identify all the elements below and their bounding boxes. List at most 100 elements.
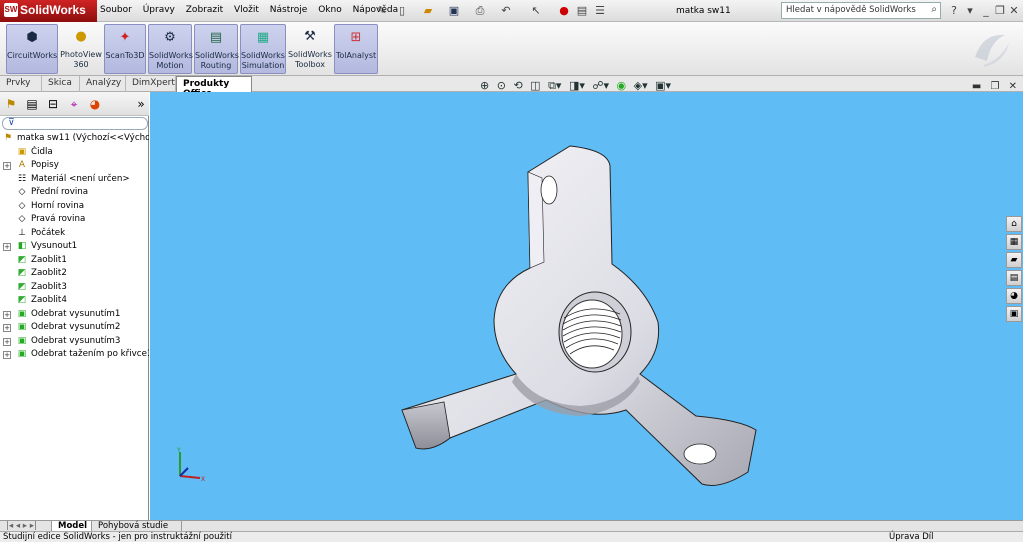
- toolbox-button[interactable]: ⚒ SolidWorks Toolbox: [288, 24, 332, 74]
- zoom-to-area-icon[interactable]: ⊙: [497, 79, 506, 92]
- section-view-icon[interactable]: ◫: [530, 79, 540, 92]
- tree-item-odebrat-tazenim[interactable]: + ▣ Odebrat tažením po křivce1: [0, 348, 149, 362]
- configurationmanager-tab-icon[interactable]: ⊟: [44, 96, 62, 113]
- tree-item-zaoblit1[interactable]: ◩ Zaoblit1: [0, 254, 149, 268]
- tab-skica[interactable]: Skica: [42, 76, 80, 92]
- status-text: Studijní edice SolidWorks - jen pro inst…: [3, 532, 232, 542]
- pin-icon[interactable]: ✎: [374, 3, 390, 19]
- undo-icon[interactable]: ↶: [498, 3, 514, 19]
- motion-button[interactable]: ⚙ SolidWorks Motion: [148, 24, 193, 74]
- previous-view-icon[interactable]: ⟲: [513, 79, 522, 92]
- graphics-viewport[interactable]: ⌂ ▦ ▰ ▤ ◕ ▣: [150, 92, 1023, 520]
- feature-tree: ⚑matka sw11 (Výchozí<<Výchozí> ▣Čidla + A…: [0, 132, 149, 362]
- tree-item-zaoblit3[interactable]: ◩ Zaoblit3: [0, 281, 149, 295]
- menu-soubor[interactable]: Soubor: [100, 5, 132, 15]
- expand-icon[interactable]: +: [3, 243, 11, 251]
- solidworks-logo[interactable]: SW SolidWorks: [0, 0, 97, 22]
- expand-icon[interactable]: +: [3, 351, 11, 359]
- rebuild-icon[interactable]: ●: [556, 3, 572, 19]
- tab-analyzy[interactable]: Analýzy: [80, 76, 126, 92]
- simulation-button[interactable]: ▦ SolidWorks Simulation: [240, 24, 286, 74]
- menu-bar: Soubor Úpravy Zobrazit Vložit Nástroje O…: [100, 5, 406, 15]
- tree-item-zaoblit4[interactable]: ◩ Zaoblit4: [0, 294, 149, 308]
- tab-dimxpert[interactable]: DimXpert: [126, 76, 176, 92]
- appearances-icon[interactable]: ◕: [1006, 288, 1022, 304]
- hide-show-items-icon[interactable]: ☍▾: [592, 79, 609, 92]
- close-icon[interactable]: ✕: [1006, 3, 1022, 19]
- simulation-icon: ▦: [256, 30, 270, 45]
- tree-root[interactable]: ⚑matka sw11 (Výchozí<<Výchozí>: [0, 132, 149, 146]
- tree-item-material[interactable]: ☷ Materiál <není určen>: [0, 173, 149, 187]
- solidworks-resources-icon[interactable]: ⌂: [1006, 216, 1022, 232]
- ds-logo-icon: [975, 34, 1009, 67]
- tree-item-popisy[interactable]: + A Popisy: [0, 159, 149, 173]
- routing-icon: ▤: [209, 30, 223, 45]
- expand-icon[interactable]: +: [3, 337, 11, 346]
- doc-minimize-icon[interactable]: ▬: [972, 81, 981, 92]
- open-folder-icon[interactable]: ▰: [420, 3, 436, 19]
- expand-icon[interactable]: +: [3, 310, 11, 319]
- view-orientation-icon[interactable]: ⧉▾: [548, 79, 561, 92]
- motion-icon: ⚙: [164, 30, 176, 45]
- feature-manager-panel: ⚑ ▤ ⊟ ⌖ ◕ » ⊽ ⚑ matka sw11 (Výchozí<<Vých…: [0, 92, 149, 520]
- doc-restore-icon[interactable]: ❐: [990, 81, 999, 92]
- print-icon[interactable]: ⎙: [472, 3, 488, 19]
- menu-upravy[interactable]: Úpravy: [143, 5, 175, 15]
- tree-item-odebrat-vysunutim2[interactable]: + ▣ Odebrat vysunutím2: [0, 321, 149, 335]
- menu-okno[interactable]: Okno: [318, 5, 342, 15]
- circuitworks-button[interactable]: ⬢ CircuitWorks: [6, 24, 58, 74]
- panel-tabs: ⚑ ▤ ⊟ ⌖ ◕ »: [0, 92, 149, 116]
- tree-item-vysunout1[interactable]: + ◧ Vysunout1: [0, 240, 149, 254]
- zoom-to-fit-icon[interactable]: ⊕: [480, 79, 489, 92]
- menu-zobrazit[interactable]: Zobrazit: [186, 5, 223, 15]
- part-model: [401, 145, 757, 486]
- propertymanager-tab-icon[interactable]: ▤: [23, 96, 41, 113]
- tab-produkty-office[interactable]: Produkty Office: [176, 76, 252, 99]
- tree-item-cidla[interactable]: ▣ Čidla: [0, 146, 149, 160]
- tab-prvky[interactable]: Prvky: [0, 76, 42, 92]
- view-settings-icon[interactable]: ▣▾: [655, 79, 671, 92]
- file-properties-icon[interactable]: ▤: [574, 3, 590, 19]
- expand-icon[interactable]: +: [3, 324, 11, 332]
- tree-item-predni-rovina[interactable]: ◇ Přední rovina: [0, 186, 149, 200]
- help-search-input[interactable]: Hledat v nápovědě SolidWorks ⌕: [781, 2, 941, 19]
- design-library-icon[interactable]: ▦: [1006, 234, 1022, 250]
- edit-appearance-icon[interactable]: ◉: [617, 79, 627, 92]
- tree-item-zaoblit2[interactable]: ◩ Zaoblit2: [0, 267, 149, 281]
- new-document-icon[interactable]: ▯: [394, 3, 410, 19]
- featuremanager-tab-icon[interactable]: ⚑: [2, 96, 20, 113]
- tree-item-odebrat-vysunutim1[interactable]: + ▣ Odebrat vysunutím1: [0, 308, 149, 322]
- menu-nastroje[interactable]: Nástroje: [270, 5, 308, 15]
- help-dropdown-icon[interactable]: ▾: [962, 3, 978, 19]
- scanto3d-button[interactable]: ✦ ScanTo3D: [104, 24, 146, 74]
- routing-button[interactable]: ▤ SolidWorks Routing: [194, 24, 239, 74]
- panel-expand-icon[interactable]: »: [132, 96, 150, 113]
- tree-item-odebrat-vysunutim3[interactable]: + ▣ Odebrat vysunutím3: [0, 335, 149, 349]
- tree-item-prava-rovina[interactable]: ◇ Pravá rovina: [0, 213, 149, 227]
- reference-triad-icon: Y X: [176, 447, 205, 483]
- display-style-icon[interactable]: ◨▾: [569, 79, 585, 92]
- tree-item-pocatek[interactable]: ⊥ Počátek: [0, 227, 149, 241]
- doc-close-icon[interactable]: ✕: [1009, 81, 1017, 92]
- search-icon[interactable]: ⌕: [931, 4, 937, 15]
- tolanalyst-button[interactable]: ⊞ TolAnalyst: [334, 24, 378, 74]
- tree-filter[interactable]: ⊽: [2, 117, 148, 130]
- help-icon[interactable]: ?: [946, 3, 962, 19]
- view-palette-icon[interactable]: ▤: [1006, 270, 1022, 286]
- options-icon[interactable]: ☰: [592, 3, 608, 19]
- file-explorer-icon[interactable]: ▰: [1006, 252, 1022, 268]
- displaymanager-tab-icon[interactable]: ◕: [86, 96, 104, 113]
- photoview-button[interactable]: ● PhotoView 360: [60, 24, 102, 74]
- expand-icon[interactable]: +: [3, 162, 11, 170]
- task-pane-tabs: ⌂ ▦ ▰ ▤ ◕ ▣: [1005, 214, 1023, 324]
- save-icon[interactable]: ▣: [446, 3, 462, 19]
- cut-extrude-icon: ▣: [17, 322, 27, 332]
- plane-icon: ◇: [18, 200, 26, 211]
- apply-scene-icon[interactable]: ◈▾: [634, 79, 648, 92]
- cut-extrude-icon: ▣: [17, 308, 27, 319]
- tree-item-horni-rovina[interactable]: ◇ Horní rovina: [0, 200, 149, 214]
- custom-properties-icon[interactable]: ▣: [1006, 306, 1022, 322]
- select-cursor-icon[interactable]: ↖: [528, 3, 544, 19]
- menu-vlozit[interactable]: Vložit: [234, 5, 259, 15]
- dimxpertmanager-tab-icon[interactable]: ⌖: [65, 96, 83, 113]
